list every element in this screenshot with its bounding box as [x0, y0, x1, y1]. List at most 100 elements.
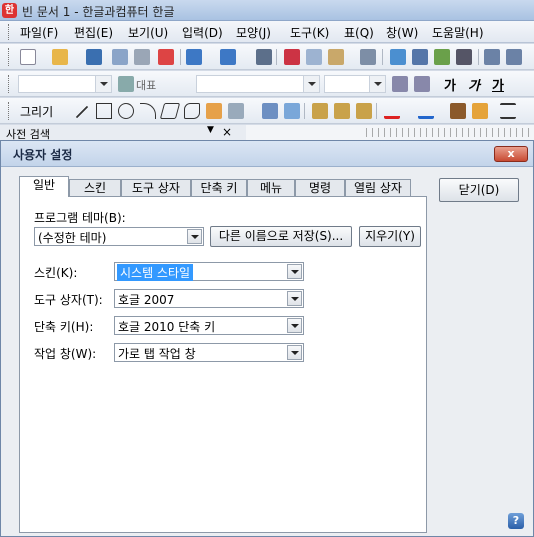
font-dropdown[interactable]: [196, 75, 320, 93]
send-backward-icon[interactable]: [472, 103, 488, 119]
print-preview-icon[interactable]: [112, 49, 128, 65]
toolbar-separator: [180, 49, 181, 65]
toolbar-separator: [478, 49, 479, 65]
picture-icon[interactable]: [284, 103, 300, 119]
ellipse-icon[interactable]: [118, 103, 134, 119]
theme-select[interactable]: (수정한 테마): [34, 227, 204, 246]
tab-open-box[interactable]: 열림 상자: [345, 179, 411, 197]
open-folder-icon[interactable]: [52, 49, 68, 65]
language-dropdown[interactable]: [18, 75, 112, 93]
font-size-dropdown[interactable]: [324, 75, 386, 93]
task-pane-select-value: 가로 탭 작업 창: [118, 347, 196, 361]
menu-view[interactable]: 보기(U): [128, 24, 168, 41]
tab-general[interactable]: 일반: [19, 176, 69, 197]
save-icon[interactable]: [86, 49, 102, 65]
pen-icon[interactable]: [206, 103, 222, 119]
menu-format[interactable]: 모양(J): [236, 24, 271, 41]
curve-icon[interactable]: [184, 103, 200, 119]
menu-file[interactable]: 파일(F): [20, 24, 58, 41]
pdf-icon[interactable]: [158, 49, 174, 65]
print-icon[interactable]: [134, 49, 150, 65]
dialog-title: 사용자 설정: [13, 148, 73, 162]
hwp-app-icon: 한: [2, 3, 17, 18]
chevron-down-icon: [287, 345, 302, 360]
task-pane-label: 작업 창(W):: [34, 347, 97, 361]
arc-icon[interactable]: [140, 103, 156, 119]
new-document-icon[interactable]: [20, 49, 36, 65]
shortcut-keys-select[interactable]: 호글 2010 단축 키: [114, 316, 304, 335]
pane-close-icon[interactable]: ×: [222, 125, 232, 139]
skin-select-value: 시스템 스타일: [117, 264, 194, 281]
save-as-button[interactable]: 다른 이름으로 저장(S)...: [210, 226, 352, 247]
connector-icon[interactable]: [228, 103, 244, 119]
horizontal-ruler[interactable]: [246, 125, 534, 141]
toolbox-select[interactable]: 호글 2007: [114, 289, 304, 308]
spell-check-icon[interactable]: [390, 49, 406, 65]
menu-tools[interactable]: 도구(K): [290, 24, 329, 41]
close-dialog-button[interactable]: 닫기(D): [439, 178, 519, 202]
undo-icon[interactable]: [186, 49, 202, 65]
columns-icon[interactable]: [456, 49, 472, 65]
cut-icon[interactable]: [284, 49, 300, 65]
task-pane-select[interactable]: 가로 탭 작업 창: [114, 343, 304, 362]
shortcut-keys-label: 단축 키(H):: [34, 320, 94, 334]
tab-commands[interactable]: 명령: [295, 179, 345, 197]
link-icon[interactable]: [484, 49, 500, 65]
help-icon[interactable]: ?: [508, 513, 524, 529]
dialog-close-button[interactable]: x: [494, 146, 528, 162]
unlink-icon[interactable]: [506, 49, 522, 65]
delete-theme-button[interactable]: 지우기(Y): [359, 226, 421, 247]
toolbar-grip[interactable]: [8, 75, 10, 93]
font-grow-icon[interactable]: [392, 76, 408, 92]
line-color-icon[interactable]: [384, 103, 400, 119]
ruler-ticks: [366, 128, 534, 137]
find-icon[interactable]: [256, 49, 272, 65]
menu-insert[interactable]: 입력(D): [182, 24, 223, 41]
user-settings-dialog: 사용자 설정 x 일반 스킨 도구 상자 단축 키 메뉴 명령 열림 상자 프로…: [0, 140, 534, 537]
copy-icon[interactable]: [306, 49, 322, 65]
line-icon[interactable]: [75, 105, 89, 119]
shortcut-keys-select-value: 호글 2010 단축 키: [118, 320, 216, 334]
menu-edit[interactable]: 편집(E): [74, 24, 113, 41]
toolbar-separator: [276, 49, 277, 65]
tab-shortcut-keys[interactable]: 단축 키: [191, 179, 247, 197]
bring-forward-icon[interactable]: [450, 103, 466, 119]
font-shrink-icon[interactable]: [414, 76, 430, 92]
select-object-icon[interactable]: [312, 103, 328, 119]
theme-select-value: (수정한 테마): [38, 231, 107, 245]
chevron-down-icon: [369, 76, 385, 92]
tab-skin[interactable]: 스킨: [69, 179, 121, 197]
menu-help[interactable]: 도움말(H): [432, 24, 484, 41]
chevron-down-icon: [95, 76, 111, 92]
menu-table[interactable]: 표(Q): [344, 24, 374, 41]
bold-button[interactable]: 가: [444, 75, 456, 94]
italic-button[interactable]: 가: [468, 75, 480, 94]
toolbar-grip[interactable]: [8, 48, 10, 66]
title-bar: 한 빈 문서 1 - 한글과컴퓨터 한글: [0, 0, 534, 21]
menubar-grip[interactable]: [8, 24, 10, 40]
menu-window[interactable]: 창(W): [386, 24, 418, 41]
tab-menu[interactable]: 메뉴: [247, 179, 295, 197]
format-copy-icon[interactable]: [360, 49, 376, 65]
group-icon[interactable]: [334, 103, 350, 119]
style-label: 대표: [136, 79, 157, 92]
toolbar-grip[interactable]: [8, 102, 10, 120]
tab-toolbox[interactable]: 도구 상자: [121, 179, 191, 197]
format-toolbar: 대표 가 가 가: [0, 71, 534, 97]
line-style-icon[interactable]: [500, 103, 516, 119]
skin-select[interactable]: 시스템 스타일: [114, 262, 304, 281]
ungroup-icon[interactable]: [356, 103, 372, 119]
dictionary-pane-header: 사전 검색 ▼ ×: [0, 125, 246, 141]
draw-menu-button[interactable]: 그리기: [20, 103, 53, 120]
redo-icon[interactable]: [220, 49, 236, 65]
text-box-icon[interactable]: [262, 103, 278, 119]
fill-color-icon[interactable]: [418, 103, 434, 119]
underline-button[interactable]: 가: [492, 75, 504, 94]
rectangle-icon[interactable]: [96, 103, 112, 119]
paragraph-align-icon[interactable]: [412, 49, 428, 65]
style-icon[interactable]: [434, 49, 450, 65]
dialog-title-bar[interactable]: 사용자 설정 x: [1, 141, 533, 167]
paste-icon[interactable]: [328, 49, 344, 65]
polygon-icon[interactable]: [159, 103, 181, 119]
pane-dropdown-icon[interactable]: ▼: [207, 125, 214, 135]
